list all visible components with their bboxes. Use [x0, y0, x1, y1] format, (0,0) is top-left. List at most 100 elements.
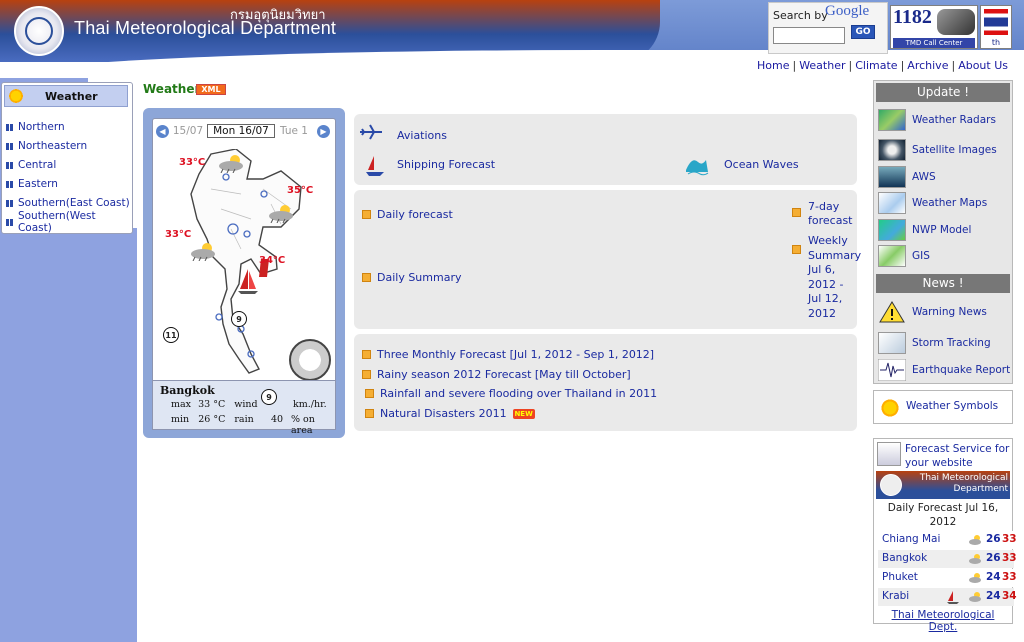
thailand-map[interactable]	[181, 149, 311, 379]
bullet-icon	[792, 208, 801, 217]
weather-map: ◀ 15/07 Mon 16/07 Tue 1 ▶ 33°C 35°C 33°C…	[152, 118, 336, 384]
satellite-thumbnail-icon	[878, 139, 906, 161]
xml-feed-badge[interactable]: XML	[196, 84, 226, 95]
language-switch[interactable]: th	[980, 5, 1012, 49]
seven-day-forecast-link[interactable]: 7-day forecast	[808, 200, 856, 228]
forecast-service-link[interactable]: Forecast Service for your website	[905, 442, 1013, 470]
nav-home[interactable]: Home	[757, 59, 789, 72]
temp-central: 33°C	[165, 229, 192, 240]
date-next[interactable]: Tue 1	[275, 125, 313, 137]
temp-northeast: 35°C	[287, 185, 314, 196]
nwp-thumbnail-icon	[878, 219, 906, 241]
aviations-link[interactable]: Aviations	[397, 129, 447, 142]
weather-symbols-link[interactable]: Weather Symbols	[906, 400, 998, 412]
cloud-sun-icon	[269, 205, 293, 223]
rain-unit: % on area	[291, 414, 315, 436]
nav-about-us[interactable]: About Us	[958, 59, 1008, 72]
city-weather-box: Bangkok max 33 °C wind min 26 °C rain 9 …	[152, 380, 336, 436]
call-center-badge[interactable]: 1182 TMD Call Center	[890, 5, 978, 49]
site-title: Thai Meteorological Department	[74, 18, 337, 38]
natural-disasters-link[interactable]: Natural Disasters 2011 NEW	[365, 407, 535, 420]
earthquake-report-link[interactable]: Earthquake Report	[878, 358, 1010, 382]
top-navigation: Home | Weather | Climate | Archive | About Us	[756, 59, 1008, 72]
gis-link[interactable]: GIS	[878, 244, 930, 268]
bullet-icon	[365, 409, 374, 418]
left-sidebar: Weather Northern Northeastern Central Ea…	[0, 78, 137, 642]
daily-forecast-title: Daily Forecast Jul 16, 2012	[887, 502, 999, 528]
airplane-icon	[360, 124, 382, 140]
prev-date-arrow-icon[interactable]: ◀	[156, 124, 169, 138]
shipping-forecast-link[interactable]: Shipping Forecast	[397, 158, 495, 171]
region-northeastern[interactable]: Northeastern	[6, 138, 87, 154]
bullet-icon	[362, 273, 371, 282]
three-monthly-forecast-link[interactable]: Three Monthly Forecast [Jul 1, 2012 - Se…	[362, 348, 654, 361]
forecast-widget: Forecast Service for your website Thai M…	[873, 438, 1017, 633]
go-button[interactable]: GO	[851, 25, 875, 39]
flooding-2011-link[interactable]: Rainfall and severe flooding over Thaila…	[365, 387, 657, 400]
weather-maps-link[interactable]: Weather Maps	[878, 191, 987, 215]
search-label: Search by	[773, 9, 828, 22]
thai-flag-icon	[984, 9, 1008, 35]
sun-icon	[8, 88, 24, 104]
weather-menu-title: Weather	[45, 90, 98, 103]
wave-icon	[686, 160, 709, 176]
warning-news-link[interactable]: Warning News	[878, 300, 987, 324]
phone-icon	[937, 9, 975, 35]
city-min-row: min 26 °C rain	[171, 414, 254, 425]
region-eastern[interactable]: Eastern	[6, 176, 58, 192]
grid-icon	[6, 218, 13, 226]
region-northern[interactable]: Northern	[6, 119, 65, 135]
google-logo: Google	[825, 3, 870, 19]
date-current[interactable]: Mon 16/07	[207, 124, 275, 138]
right-sidebar: Update ! Weather Radars Satellite Images…	[869, 78, 1024, 642]
forecast-panel: Daily forecast Daily Summary 7-day forec…	[354, 190, 861, 329]
daily-summary-link[interactable]: Daily Summary	[362, 271, 462, 284]
grid-icon	[6, 199, 13, 207]
storm-tracking-link[interactable]: Storm Tracking	[878, 331, 991, 355]
date-prev[interactable]: 15/07	[169, 125, 207, 137]
region-southern-west[interactable]: Southern(West Coast)	[6, 210, 132, 234]
nwp-model-link[interactable]: NWP Model	[878, 218, 971, 242]
weather-menu-header[interactable]: Weather	[4, 85, 128, 107]
nav-archive[interactable]: Archive	[907, 59, 948, 72]
forecast-row: Krabi 24 34	[878, 588, 1017, 606]
warning-icon	[879, 301, 905, 323]
region-southern-east[interactable]: Southern(East Coast)	[6, 195, 130, 211]
forecast-row: Phuket 24 33	[878, 569, 1017, 587]
widget-icon	[877, 442, 901, 466]
weather-region-menu: Weather Northern Northeastern Central Ea…	[1, 82, 133, 234]
ocean-waves-link[interactable]: Ocean Waves	[724, 158, 799, 171]
rainy-season-forecast-link[interactable]: Rainy season 2012 Forecast [May till Oct…	[362, 368, 631, 381]
weather-radars-link[interactable]: Weather Radars	[878, 108, 996, 132]
logo-emblem-icon	[880, 474, 902, 496]
bullet-icon	[792, 245, 801, 254]
grid-icon	[6, 142, 13, 150]
region-central[interactable]: Central	[6, 157, 56, 173]
ship-icon	[366, 156, 384, 176]
next-date-arrow-icon[interactable]: ▶	[317, 124, 330, 138]
nav-climate[interactable]: Climate	[855, 59, 897, 72]
weather-symbols-box[interactable]: Weather Symbols	[873, 390, 1013, 424]
bullet-icon	[362, 370, 371, 379]
weather-map-panel: ◀ 15/07 Mon 16/07 Tue 1 ▶ 33°C 35°C 33°C…	[143, 108, 345, 438]
nav-weather[interactable]: Weather	[799, 59, 845, 72]
cloud-sun-icon	[969, 573, 981, 583]
gis-thumbnail-icon	[878, 245, 906, 267]
weekly-summary-link[interactable]: Weekly Summary Jul 6, 2012 - Jul 12, 201…	[808, 234, 861, 321]
satellite-images-link[interactable]: Satellite Images	[878, 138, 997, 162]
tmd-logo[interactable]	[14, 6, 64, 56]
daily-forecast-link[interactable]: Daily forecast	[362, 208, 453, 221]
sailboat-icon	[238, 269, 258, 294]
google-search-box: Search by Google GO	[768, 2, 888, 54]
wind-speed-badge: 11	[163, 327, 179, 343]
city-name: Bangkok	[160, 384, 215, 397]
tmd-footer-link[interactable]: Thai Meteorological Dept.	[876, 609, 1010, 633]
news-header: News !	[876, 274, 1010, 293]
aws-link[interactable]: AWS	[878, 165, 936, 189]
sailboat-icon	[947, 591, 959, 604]
search-input[interactable]	[773, 27, 845, 44]
bullet-icon	[362, 210, 371, 219]
sun-icon	[880, 398, 900, 418]
update-header: Update !	[876, 83, 1010, 102]
forecast-row: Bangkok 26 33	[878, 550, 1017, 568]
